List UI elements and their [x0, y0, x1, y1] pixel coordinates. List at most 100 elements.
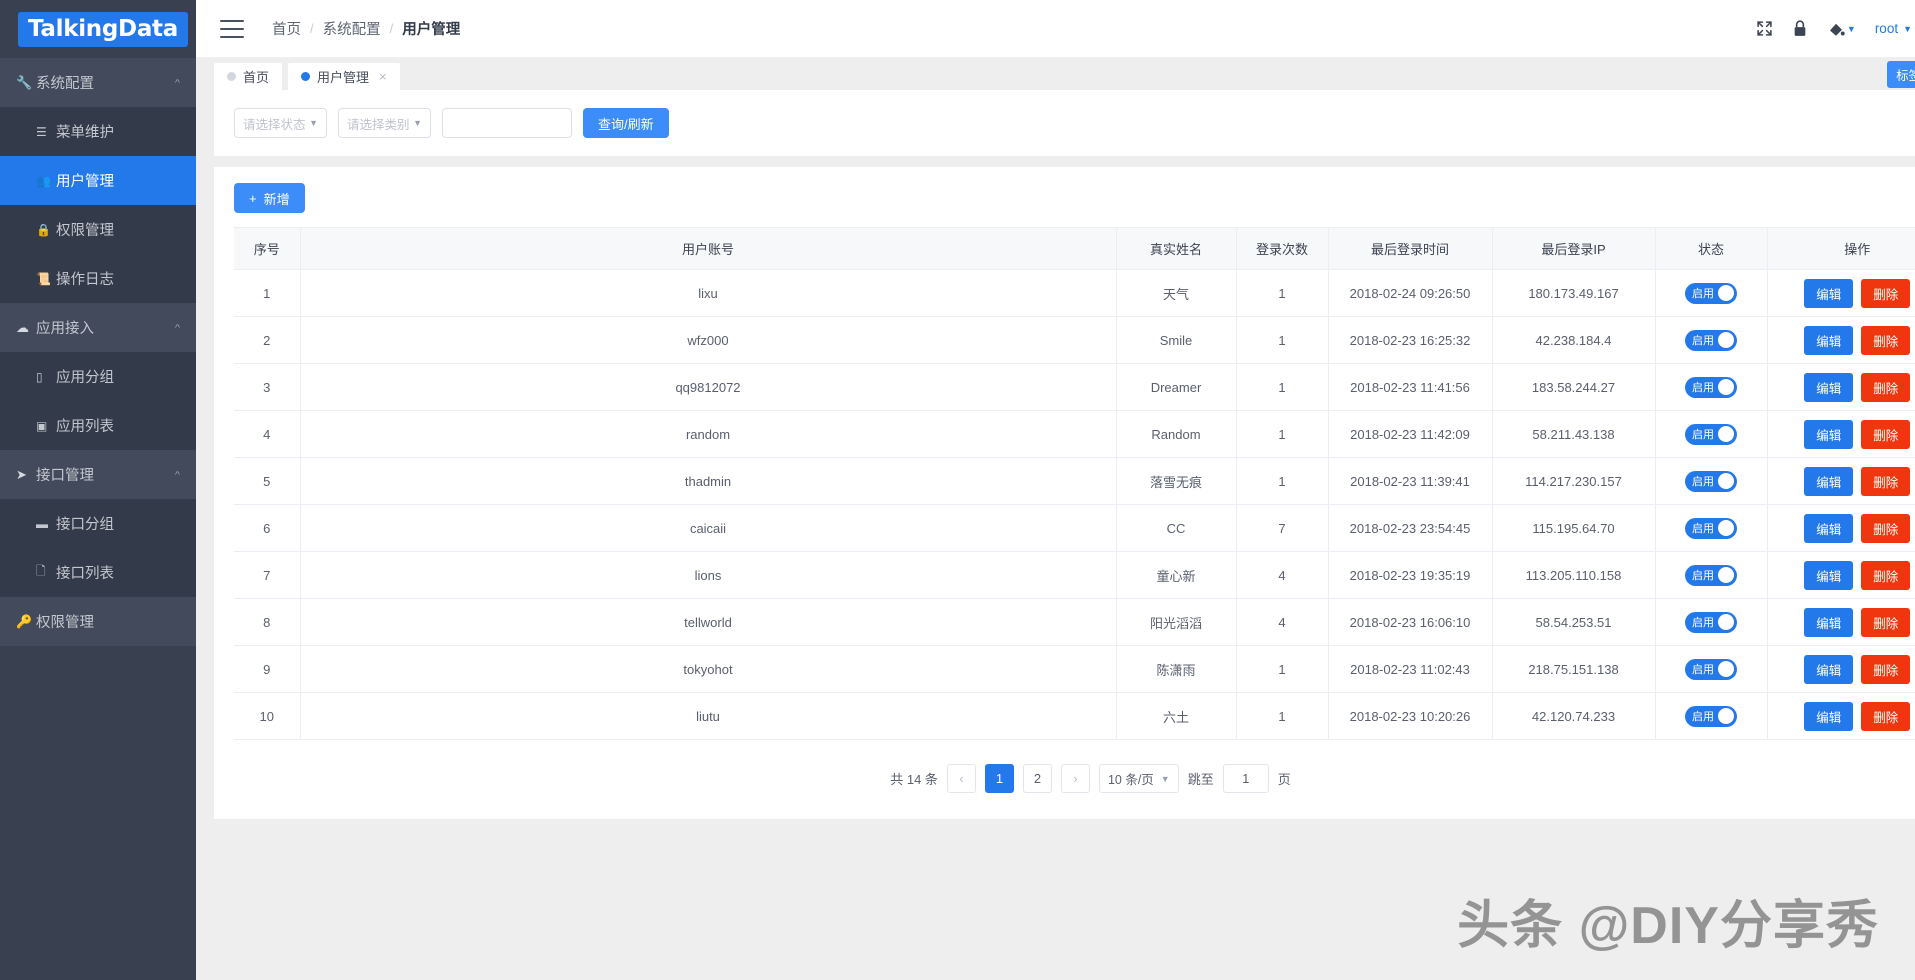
- add-button[interactable]: + 新增: [234, 183, 305, 213]
- panel-gap: [214, 156, 1915, 167]
- lock-icon[interactable]: [1792, 19, 1808, 38]
- status-toggle[interactable]: 启用: [1685, 705, 1737, 727]
- delete-button[interactable]: 删除: [1861, 466, 1911, 496]
- edit-button[interactable]: 编辑: [1804, 466, 1854, 496]
- tag-options-button[interactable]: 标签选项 ▼: [1887, 61, 1915, 88]
- sidebar-group-app-access[interactable]: ☁ 应用接入 ^: [0, 303, 196, 352]
- delete-button[interactable]: 删除: [1861, 701, 1911, 731]
- status-toggle[interactable]: 启用: [1685, 376, 1737, 398]
- cell-last-login-ip: 218.75.151.138: [1492, 645, 1656, 693]
- fullscreen-icon[interactable]: [1756, 20, 1773, 37]
- pagination-prev-button[interactable]: ‹: [946, 764, 976, 793]
- cell-login-count: 7: [1236, 504, 1329, 552]
- delete-button[interactable]: 删除: [1861, 372, 1911, 402]
- table-row: 7 lions 童心新 4 2018-02-23 19:35:19 113.205.110…: [234, 551, 1915, 599]
- brand-logo[interactable]: TalkingData: [18, 11, 188, 47]
- sidebar-group-api-management[interactable]: ➤ 接口管理 ^: [0, 450, 196, 499]
- theme-fill-icon[interactable]: ▼: [1827, 20, 1856, 38]
- close-icon[interactable]: ×: [379, 69, 387, 84]
- filter-bar: 请选择状态 ▼ 请选择类别 ▼ 查询/刷新: [214, 90, 1915, 156]
- table-row: 9 tokyohot 陈潇雨 1 2018-02-23 11:02:43 218.75.1…: [234, 645, 1915, 693]
- delete-button[interactable]: 删除: [1861, 419, 1911, 449]
- topbar: 首页 / 系统配置 / 用户管理 ▼ root ▼: [196, 0, 1915, 58]
- cell-account: lixu: [300, 269, 1117, 317]
- status-select[interactable]: 请选择状态 ▼: [234, 108, 327, 138]
- status-toggle[interactable]: 启用: [1685, 517, 1737, 539]
- edit-button[interactable]: 编辑: [1804, 701, 1854, 731]
- cell-last-login-time: 2018-02-23 16:25:32: [1328, 316, 1493, 364]
- sidebar-item-operation-log[interactable]: 📜 操作日志: [0, 254, 196, 303]
- sidebar-group-system-config[interactable]: 🔧 系统配置 ^: [0, 58, 196, 107]
- sidebar-item-app-group[interactable]: ▯ 应用分组: [0, 352, 196, 401]
- sidebar-item-api-list[interactable]: 🗋 接口列表: [0, 548, 196, 597]
- tab-user-management[interactable]: 用户管理 ×: [288, 63, 400, 90]
- username-label[interactable]: root: [1875, 21, 1898, 36]
- delete-button[interactable]: 删除: [1861, 513, 1911, 543]
- breadcrumb-separator: /: [310, 21, 314, 36]
- col-header-last-login-ip: 最后登录IP: [1492, 227, 1656, 270]
- cell-realname: CC: [1116, 504, 1237, 552]
- keyword-input[interactable]: [442, 108, 572, 138]
- cell-account: tokyohot: [300, 645, 1117, 693]
- breadcrumb-item-system-config[interactable]: 系统配置: [323, 18, 381, 39]
- cell-no: 1: [234, 269, 301, 317]
- sidebar-item-api-group[interactable]: ▬ 接口分组: [0, 499, 196, 548]
- sidebar-item-authority-management[interactable]: 🔑 权限管理: [0, 597, 196, 646]
- pagination-page-2[interactable]: 2: [1022, 764, 1052, 793]
- delete-button[interactable]: 删除: [1861, 560, 1911, 590]
- sidebar-item-menu-maintenance[interactable]: ☰ 菜单维护: [0, 107, 196, 156]
- sidebar-item-app-list[interactable]: ▣ 应用列表: [0, 401, 196, 450]
- delete-button[interactable]: 删除: [1861, 654, 1911, 684]
- table-row: 10 liutu 六土 1 2018-02-23 10:20:26 42.120.74.2…: [234, 692, 1915, 740]
- edit-button[interactable]: 编辑: [1804, 278, 1854, 308]
- pagination-next-button[interactable]: ›: [1060, 764, 1090, 793]
- status-toggle[interactable]: 启用: [1685, 564, 1737, 586]
- cell-last-login-ip: 113.205.110.158: [1492, 551, 1656, 599]
- breadcrumb-item-home[interactable]: 首页: [272, 18, 301, 39]
- cell-no: 7: [234, 551, 301, 599]
- hamburger-icon[interactable]: [220, 19, 244, 38]
- tab-home[interactable]: 首页: [214, 63, 283, 90]
- sidebar-group-label: 接口管理: [36, 468, 94, 484]
- cell-actions: 编辑 删除: [1767, 551, 1915, 599]
- delete-button[interactable]: 删除: [1861, 607, 1911, 637]
- cell-actions: 编辑 删除: [1767, 410, 1915, 458]
- cell-actions: 编辑 删除: [1767, 504, 1915, 552]
- edit-button[interactable]: 编辑: [1804, 372, 1854, 402]
- cell-actions: 编辑 删除: [1767, 598, 1915, 646]
- status-toggle[interactable]: 启用: [1685, 329, 1737, 351]
- cell-actions: 编辑 删除: [1767, 363, 1915, 411]
- action-bar: + 新增: [214, 167, 1915, 227]
- jump-page-input[interactable]: [1222, 764, 1269, 793]
- chevron-up-icon: ^: [174, 469, 180, 480]
- category-select[interactable]: 请选择类别 ▼: [338, 108, 431, 138]
- status-toggle[interactable]: 启用: [1685, 423, 1737, 445]
- cell-last-login-ip: 58.211.43.138: [1492, 410, 1656, 458]
- cell-status: 启用: [1655, 692, 1768, 740]
- query-refresh-button[interactable]: 查询/刷新: [583, 108, 669, 138]
- status-toggle[interactable]: 启用: [1685, 470, 1737, 492]
- status-toggle[interactable]: 启用: [1685, 282, 1737, 304]
- tag-options-label: 标签选项: [1896, 69, 1915, 83]
- sidebar-item-user-management[interactable]: 👥 用户管理: [0, 156, 196, 205]
- sidebar-item-permission-management[interactable]: 🔒 权限管理: [0, 205, 196, 254]
- edit-button[interactable]: 编辑: [1804, 607, 1854, 637]
- edit-button[interactable]: 编辑: [1804, 513, 1854, 543]
- table-header-row: 序号 用户账号 真实姓名 登录次数 最后登录时间 最后登录IP 状态 操作: [234, 227, 1915, 270]
- pagination-page-1[interactable]: 1: [984, 764, 1014, 793]
- chevron-up-icon: ^: [174, 322, 180, 333]
- cell-last-login-time: 2018-02-23 11:39:41: [1328, 457, 1493, 505]
- status-toggle[interactable]: 启用: [1685, 611, 1737, 633]
- edit-button[interactable]: 编辑: [1804, 325, 1854, 355]
- cell-no: 3: [234, 363, 301, 411]
- edit-button[interactable]: 编辑: [1804, 419, 1854, 449]
- delete-button[interactable]: 删除: [1861, 278, 1911, 308]
- status-toggle[interactable]: 启用: [1685, 658, 1737, 680]
- edit-button[interactable]: 编辑: [1804, 654, 1854, 684]
- page-size-select[interactable]: 10 条/页 ▼: [1098, 764, 1179, 793]
- lock-icon: 🔒: [36, 222, 51, 237]
- toggle-knob: [1718, 567, 1734, 583]
- edit-button[interactable]: 编辑: [1804, 560, 1854, 590]
- delete-button[interactable]: 删除: [1861, 325, 1911, 355]
- chevron-down-icon[interactable]: ▼: [1903, 24, 1912, 34]
